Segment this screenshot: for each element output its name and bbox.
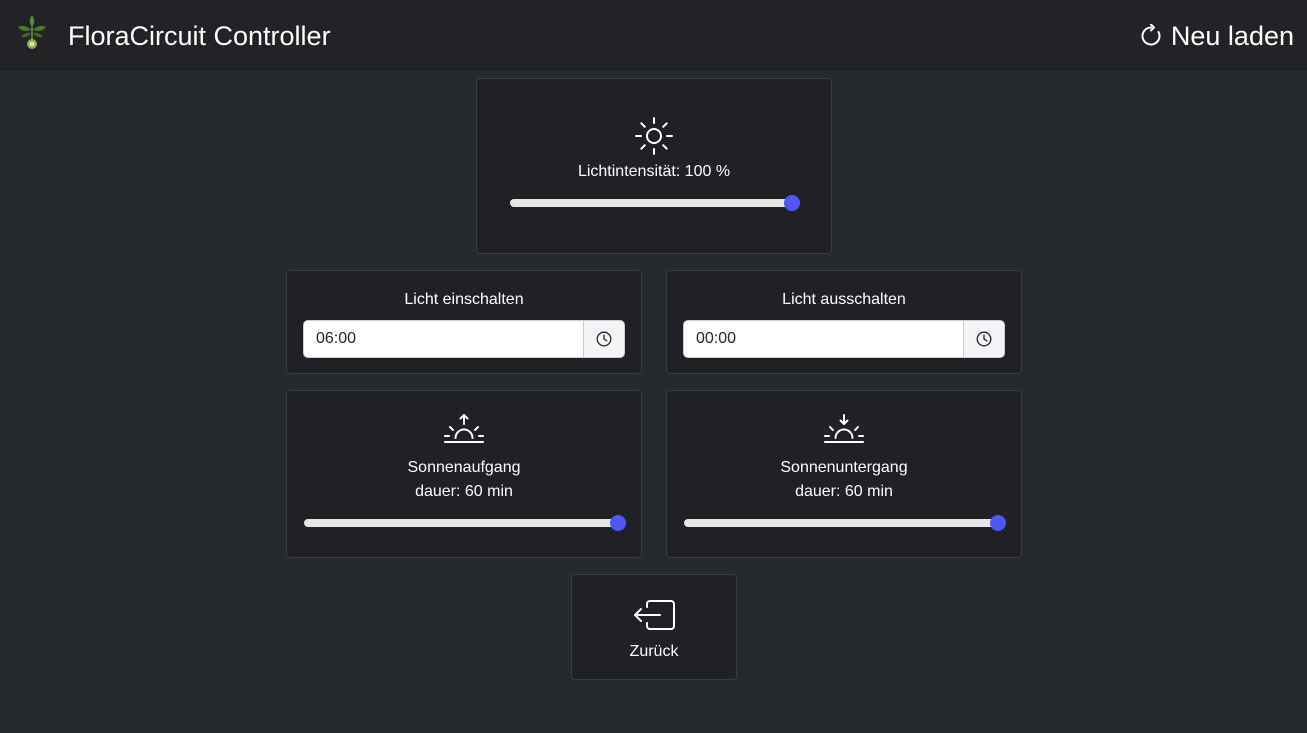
slider-thumb[interactable] bbox=[610, 515, 626, 531]
light-on-label: Licht einschalten bbox=[404, 291, 524, 308]
light-off-time-input[interactable] bbox=[684, 321, 963, 357]
intensity-label: Lichtintensität: 100 % bbox=[577, 163, 731, 180]
sunrise-card: Sonnenaufgang dauer: 60 min bbox=[286, 390, 642, 558]
sunset-slider[interactable] bbox=[684, 515, 1006, 531]
reload-icon bbox=[1141, 24, 1161, 46]
back-button[interactable]: Zurück bbox=[571, 574, 737, 680]
light-off-clock-button[interactable] bbox=[963, 321, 1004, 357]
light-on-time-input[interactable] bbox=[304, 321, 583, 357]
light-off-time-group bbox=[683, 320, 1005, 358]
intensity-card: Lichtintensität: 100 % bbox=[476, 78, 832, 254]
light-off-card: Licht ausschalten bbox=[666, 270, 1022, 374]
sunrise-icon bbox=[444, 414, 484, 443]
sunset-label-duration: dauer: 60 min bbox=[795, 483, 893, 500]
light-on-clock-button[interactable] bbox=[583, 321, 624, 357]
sunrise-label-duration: dauer: 60 min bbox=[415, 483, 513, 500]
navbar: FloraCircuit Controller Neu laden bbox=[0, 0, 1307, 70]
sunrise-label-title: Sonnenaufgang bbox=[407, 459, 521, 476]
light-on-card: Licht einschalten bbox=[286, 270, 642, 374]
slider-thumb[interactable] bbox=[990, 515, 1006, 531]
sunset-label-title: Sonnenuntergang bbox=[780, 459, 908, 476]
app-title: FloraCircuit Controller bbox=[68, 21, 331, 51]
slider-track bbox=[684, 519, 1006, 527]
box-arrow-left-icon bbox=[634, 600, 675, 630]
sunrise-slider[interactable] bbox=[304, 515, 626, 531]
reload-button[interactable]: Neu laden bbox=[1139, 18, 1294, 54]
light-on-time-group bbox=[303, 320, 625, 358]
slider-track bbox=[510, 199, 800, 207]
slider-thumb[interactable] bbox=[784, 195, 800, 211]
back-label: Zurück bbox=[629, 643, 679, 660]
light-off-label: Licht ausschalten bbox=[782, 291, 906, 308]
sunset-card: Sonnenuntergang dauer: 60 min bbox=[666, 390, 1022, 558]
plant-logo-icon bbox=[18, 15, 46, 49]
intensity-slider[interactable] bbox=[510, 195, 800, 211]
slider-track bbox=[304, 519, 626, 527]
clock-icon bbox=[596, 331, 612, 347]
sun-icon bbox=[635, 117, 673, 155]
sunset-icon bbox=[824, 414, 864, 443]
clock-icon bbox=[976, 331, 992, 347]
reload-label: Neu laden bbox=[1170, 21, 1294, 51]
